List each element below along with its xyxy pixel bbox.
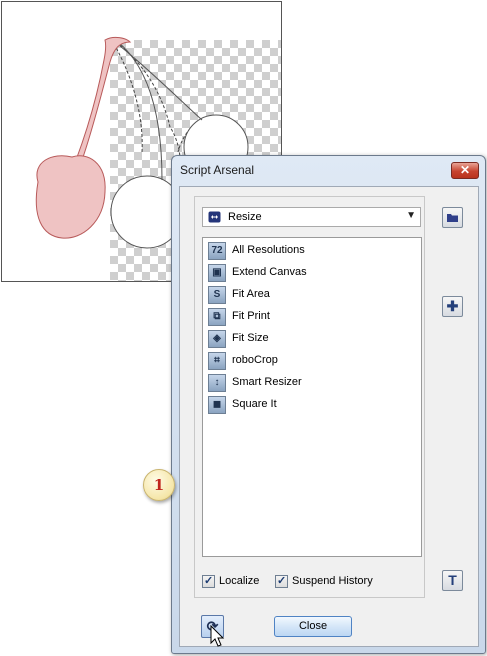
- list-item-fit-area[interactable]: S Fit Area: [206, 285, 416, 305]
- list-item-extend-canvas[interactable]: ▣ Extend Canvas: [206, 263, 416, 283]
- list-item-label: All Resolutions: [232, 244, 305, 256]
- list-item-label: Extend Canvas: [232, 266, 307, 278]
- resolution-icon: 72: [208, 242, 226, 260]
- suspend-history-checkbox[interactable]: ✓ Suspend History: [275, 574, 385, 590]
- list-item-label: Fit Print: [232, 310, 270, 322]
- plus-icon: ✚: [446, 298, 459, 314]
- dialog-title: Script Arsenal: [180, 163, 255, 177]
- add-script-button[interactable]: ✚: [442, 296, 463, 317]
- smart-resizer-icon: ↕: [208, 374, 226, 392]
- extend-canvas-icon: ▣: [208, 264, 226, 282]
- open-folder-button[interactable]: [442, 207, 463, 228]
- suspend-history-checkbox-box[interactable]: ✓: [275, 575, 288, 588]
- crop-icon: ⌗: [208, 352, 226, 370]
- list-item-label: Square It: [232, 398, 277, 410]
- square-it-icon: ◼: [208, 396, 226, 414]
- fit-print-icon: ⧉: [208, 308, 226, 326]
- chevron-down-icon[interactable]: ▼: [406, 210, 416, 221]
- localize-checkbox[interactable]: ✓ Localize: [202, 574, 272, 590]
- list-item-label: roboCrop: [232, 354, 278, 366]
- screenshot-stage: Script Arsenal ✕ Resize ▼ 72 All Resolut…: [0, 0, 487, 656]
- script-arsenal-dialog: Script Arsenal ✕ Resize ▼ 72 All Resolut…: [171, 155, 486, 654]
- list-item-all-resolutions[interactable]: 72 All Resolutions: [206, 241, 416, 261]
- checkmark-icon: ✓: [277, 575, 287, 587]
- list-item-label: Smart Resizer: [232, 376, 302, 388]
- script-list[interactable]: 72 All Resolutions ▣ Extend Canvas S Fit…: [202, 237, 422, 557]
- dialog-titlebar[interactable]: Script Arsenal ✕: [172, 156, 485, 186]
- category-dropdown[interactable]: Resize ▼: [202, 207, 421, 227]
- list-item-label: Fit Size: [232, 332, 269, 344]
- fit-size-icon: ◈: [208, 330, 226, 348]
- checkmark-icon: ✓: [204, 575, 214, 587]
- list-item-square-it[interactable]: ◼ Square It: [206, 395, 416, 415]
- tool-button[interactable]: T: [442, 570, 463, 591]
- list-item-label: Fit Area: [232, 288, 270, 300]
- localize-checkbox-box[interactable]: ✓: [202, 575, 215, 588]
- resize-arrows-icon: [208, 211, 221, 223]
- close-icon[interactable]: ✕: [451, 162, 479, 179]
- hammer-icon: T: [448, 572, 457, 588]
- step-callout-badge: 1: [143, 469, 175, 501]
- localize-label: Localize: [219, 575, 260, 587]
- mouse-pointer-icon: [210, 624, 225, 647]
- list-item-fit-print[interactable]: ⧉ Fit Print: [206, 307, 416, 327]
- suspend-history-label: Suspend History: [292, 575, 373, 587]
- list-item-smart-resizer[interactable]: ↕ Smart Resizer: [206, 373, 416, 393]
- close-button[interactable]: Close: [274, 616, 352, 637]
- category-selected-value: Resize: [228, 211, 262, 223]
- dialog-client-area: Resize ▼ 72 All Resolutions ▣ Extend Can…: [179, 186, 479, 647]
- list-item-fit-size[interactable]: ◈ Fit Size: [206, 329, 416, 349]
- fit-area-icon: S: [208, 286, 226, 304]
- folder-icon: [447, 214, 458, 222]
- list-item-robocrop[interactable]: ⌗ roboCrop: [206, 351, 416, 371]
